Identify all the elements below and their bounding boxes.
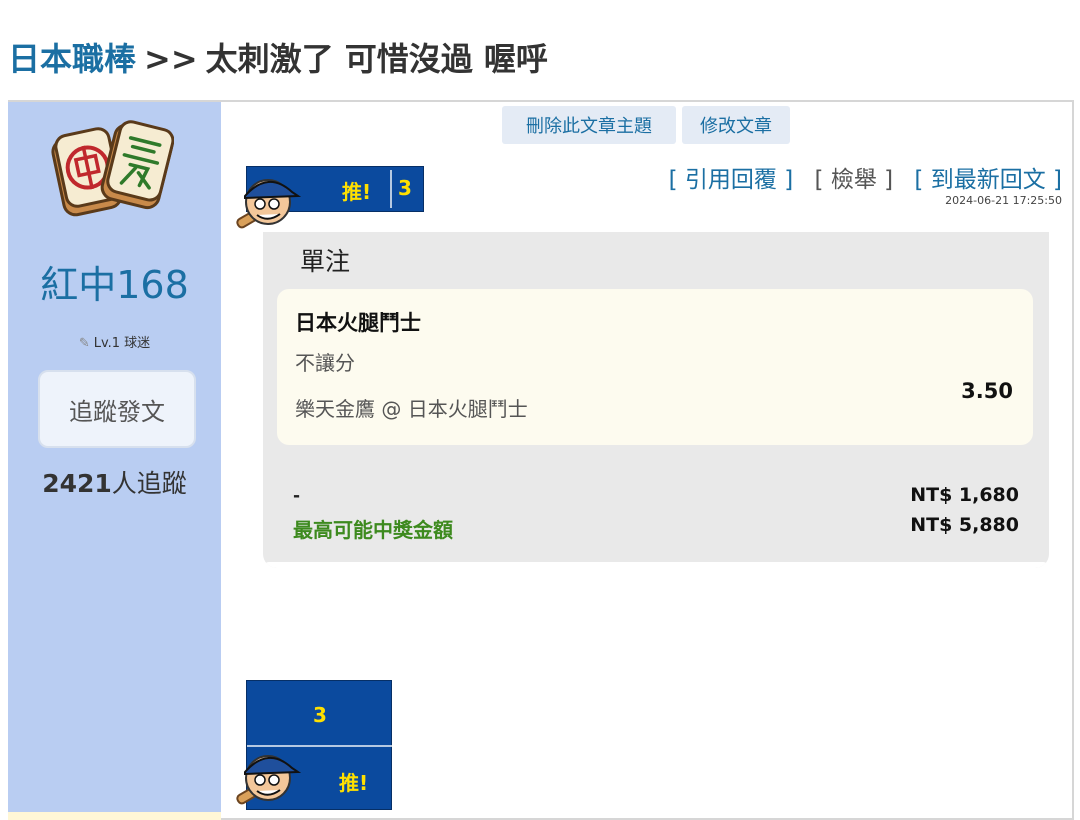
edit-post-button[interactable]: 修改文章 — [682, 106, 790, 144]
post-actions: [ 引用回覆 ] [ 檢舉 ] [ 到最新回文 ] — [655, 160, 1062, 194]
push-label: 推! — [342, 180, 372, 204]
card-bottom-edge — [263, 562, 1049, 568]
payout-label: 最高可能中獎金額 — [293, 518, 453, 542]
pencil-icon: ✎ — [78, 336, 90, 351]
follower-count-value: 2421 — [42, 469, 112, 498]
follower-count-suffix: 人追蹤 — [111, 469, 187, 498]
page-title: 日本職棒 >> 太刺激了 可惜沒過 喔呼 — [8, 34, 548, 80]
stake-label: - — [293, 486, 301, 506]
push-count: 3 — [398, 176, 412, 200]
quote-reply-link[interactable]: [ 引用回覆 ] — [669, 167, 794, 193]
delete-topic-button[interactable]: 刪除此文章主題 — [502, 106, 676, 144]
payout-amount: NT$ 5,880 — [910, 514, 1019, 536]
bet-market: 不讓分 — [295, 351, 355, 375]
push-divider — [390, 170, 392, 208]
follow-posts-button[interactable]: 追蹤發文 — [38, 370, 196, 448]
baseball-mascot-icon — [236, 755, 302, 805]
bet-slip-card: 單注 日本火腿鬥士 不讓分 樂天金鷹 @ 日本火腿鬥士 3.50 - 最高可能中… — [263, 232, 1049, 568]
baseball-mascot-icon — [236, 179, 302, 229]
bet-match: 樂天金鷹 @ 日本火腿鬥士 — [295, 397, 528, 421]
push-count-bottom: 3 — [313, 703, 327, 727]
sidebar-bottom-strip — [8, 812, 221, 820]
post-timestamp: 2024-06-21 17:25:50 — [945, 194, 1062, 207]
latest-reply-link[interactable]: [ 到最新回文 ] — [914, 167, 1062, 193]
bet-team: 日本火腿鬥士 — [295, 311, 421, 335]
stake-amount: NT$ 1,680 — [910, 484, 1019, 506]
follower-count: 2421人追蹤 — [8, 464, 221, 500]
author-level-label: Lv.1 球迷 — [93, 336, 151, 351]
bet-type: 單注 — [300, 247, 351, 276]
author-username[interactable]: 紅中168 — [8, 254, 221, 309]
mahjong-tiles-icon[interactable] — [48, 112, 174, 228]
author-level: ✎ Lv.1 球迷 — [8, 332, 221, 351]
breadcrumb-link[interactable]: 日本職棒 — [8, 40, 136, 78]
bet-selection: 日本火腿鬥士 不讓分 樂天金鷹 @ 日本火腿鬥士 3.50 — [277, 289, 1033, 445]
push-label-bottom: 推! — [339, 771, 369, 795]
breadcrumb-separator: >> — [144, 40, 198, 78]
report-link[interactable]: [ 檢舉 ] — [815, 167, 894, 193]
bet-odds: 3.50 — [961, 379, 1013, 403]
topic-title: 太刺激了 可惜沒過 喔呼 — [205, 40, 548, 78]
